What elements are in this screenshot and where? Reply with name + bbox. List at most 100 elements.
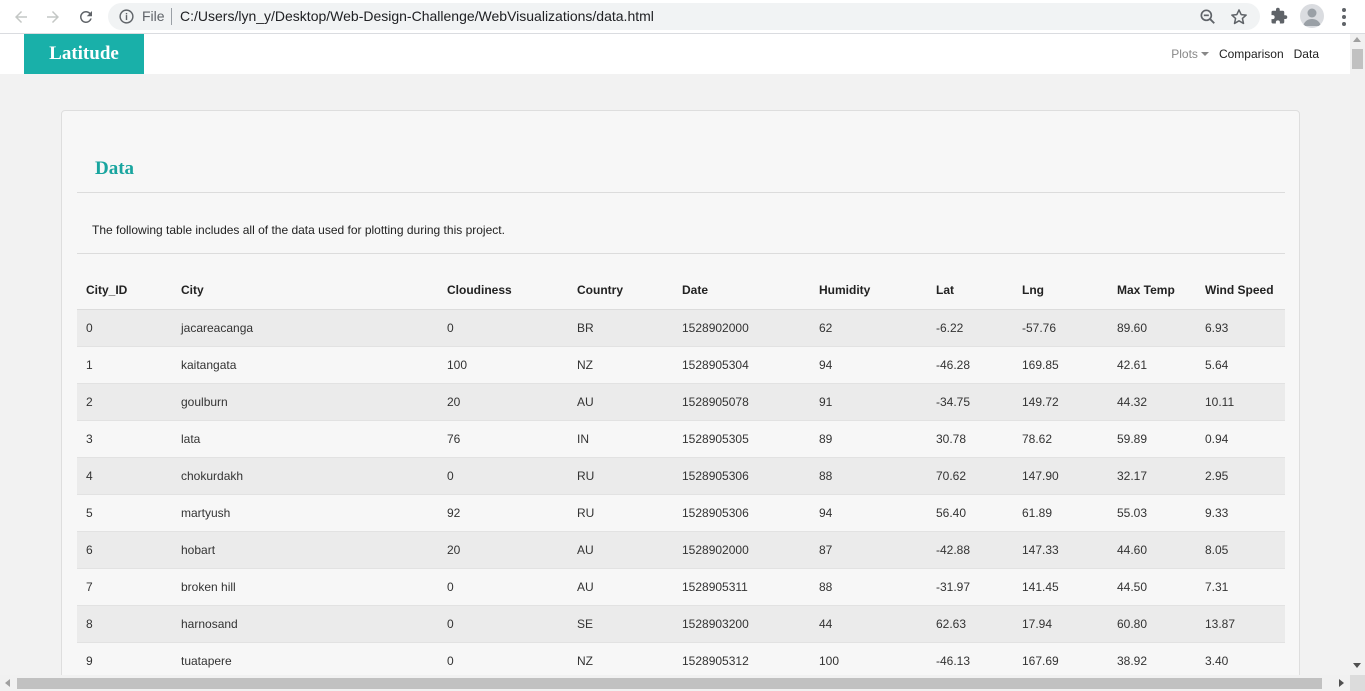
table-cell: -57.76 (1013, 308, 1108, 346)
table-cell: 92 (438, 493, 568, 531)
table-cell: 0 (438, 641, 568, 679)
star-icon[interactable] (1229, 7, 1249, 27)
table-cell: 4 (77, 456, 172, 494)
table-row: 1 kaitangata 100 NZ 1528905304 94 -46.28 169.85… (77, 345, 1285, 383)
table-cell: NZ (568, 345, 673, 383)
zoom-icon[interactable] (1198, 7, 1218, 27)
table-cell: hobart (172, 530, 438, 568)
address-bar[interactable]: File C:/Users/lyn_y/Desktop/Web-Design-C… (108, 3, 1260, 30)
table-cell: lata (172, 419, 438, 457)
table-cell: 141.45 (1013, 567, 1108, 605)
table-cell: 1528905306 (673, 493, 810, 531)
table-cell: 20 (438, 530, 568, 568)
table-cell: IN (568, 419, 673, 457)
column-header: City_ID (77, 254, 172, 310)
arrow-right-icon (47, 11, 59, 23)
column-header: Date (673, 254, 810, 310)
caret-down-icon (1200, 52, 1209, 56)
column-header: Max Temp (1108, 254, 1196, 310)
horizontal-scroll-thumb[interactable] (17, 678, 1322, 689)
table-cell: 1 (77, 345, 172, 383)
nav-data-link[interactable]: Data (1294, 47, 1319, 61)
table-cell: 0 (438, 456, 568, 494)
table-cell: 1528902000 (673, 530, 810, 568)
table-cell: 89 (810, 419, 927, 457)
table-cell: 1528903200 (673, 604, 810, 642)
nav-comparison-link[interactable]: Comparison (1219, 47, 1284, 61)
table-cell: 149.72 (1013, 382, 1108, 420)
table-cell: broken hill (172, 567, 438, 605)
table-cell: -31.97 (927, 567, 1013, 605)
table-row: 8 harnosand 0 SE 1528903200 44 62.63 17.94 60.80… (77, 604, 1285, 642)
url-text[interactable]: C:/Users/lyn_y/Desktop/Web-Design-Challe… (180, 8, 654, 24)
scroll-left-arrow-icon[interactable] (5, 679, 10, 687)
column-header: Cloudiness (438, 254, 568, 310)
table-cell: 1528905306 (673, 456, 810, 494)
vertical-scroll-thumb[interactable] (1352, 49, 1363, 69)
scroll-right-arrow-icon[interactable] (1339, 679, 1344, 687)
vertical-scrollbar[interactable] (1350, 34, 1365, 675)
table-cell: 78.62 (1013, 419, 1108, 457)
browser-toolbar: File C:/Users/lyn_y/Desktop/Web-Design-C… (0, 0, 1365, 34)
brand-logo[interactable]: Latitude (24, 34, 144, 74)
table-cell: 10.11 (1196, 382, 1285, 420)
kebab-menu-icon[interactable] (1336, 6, 1352, 28)
table-cell: chokurdakh (172, 456, 438, 494)
table-row: 6 hobart 20 AU 1528902000 87 -42.88 147.33 44.60… (77, 530, 1285, 568)
table-cell: 38.92 (1108, 641, 1196, 679)
table-cell: harnosand (172, 604, 438, 642)
table-cell: 5 (77, 493, 172, 531)
address-divider (171, 8, 172, 25)
table-cell: 91 (810, 382, 927, 420)
column-header: City (172, 254, 438, 310)
reload-button[interactable] (75, 6, 97, 28)
table-cell: 147.33 (1013, 530, 1108, 568)
table-cell: 100 (810, 641, 927, 679)
data-panel: Data The following table includes all of… (61, 110, 1300, 680)
table-cell: 1528905304 (673, 345, 810, 383)
table-cell: 30.78 (927, 419, 1013, 457)
page-description: The following table includes all of the … (92, 223, 505, 237)
table-cell: 44.60 (1108, 530, 1196, 568)
avatar-icon[interactable] (1300, 4, 1324, 28)
table-cell: 55.03 (1108, 493, 1196, 531)
table-cell: 60.80 (1108, 604, 1196, 642)
scroll-up-arrow-icon[interactable] (1353, 37, 1361, 42)
table-cell: 44.32 (1108, 382, 1196, 420)
table-cell: 1528905305 (673, 419, 810, 457)
table-cell: 70.62 (927, 456, 1013, 494)
table-cell: 1528905078 (673, 382, 810, 420)
reload-icon (79, 10, 92, 23)
table-cell: 61.89 (1013, 493, 1108, 531)
profile-silhouette-icon (1303, 8, 1321, 26)
table-cell: 9 (77, 641, 172, 679)
table-cell: -34.75 (927, 382, 1013, 420)
column-header: Wind Speed (1196, 254, 1285, 310)
table-cell: 56.40 (927, 493, 1013, 531)
puzzle-icon[interactable] (1270, 7, 1288, 25)
table-cell: 169.85 (1013, 345, 1108, 383)
back-button[interactable] (10, 6, 32, 28)
table-row: 9 tuatapere 0 NZ 1528905312 100 -46.13 167.69 38… (77, 641, 1285, 679)
column-header: Country (568, 254, 673, 310)
table-cell: 7 (77, 567, 172, 605)
nav-plots-dropdown[interactable]: Plots (1171, 47, 1209, 61)
table-cell: 62 (810, 308, 927, 346)
scrollbar-corner (1350, 675, 1365, 691)
info-icon[interactable] (118, 8, 135, 25)
nav-plots-label: Plots (1171, 47, 1198, 61)
table-cell: 6.93 (1196, 308, 1285, 346)
table-cell: 88 (810, 567, 927, 605)
title-divider (77, 192, 1285, 193)
scroll-down-arrow-icon[interactable] (1353, 663, 1361, 668)
table-cell: 94 (810, 345, 927, 383)
table-cell: 20 (438, 382, 568, 420)
table-row: 2 goulburn 20 AU 1528905078 91 -34.75 149.72 44.… (77, 382, 1285, 420)
table-cell: RU (568, 493, 673, 531)
table-cell: 0 (438, 567, 568, 605)
table-cell: goulburn (172, 382, 438, 420)
table-cell: 13.87 (1196, 604, 1285, 642)
table-cell: RU (568, 456, 673, 494)
table-cell: -46.28 (927, 345, 1013, 383)
forward-button[interactable] (42, 6, 64, 28)
